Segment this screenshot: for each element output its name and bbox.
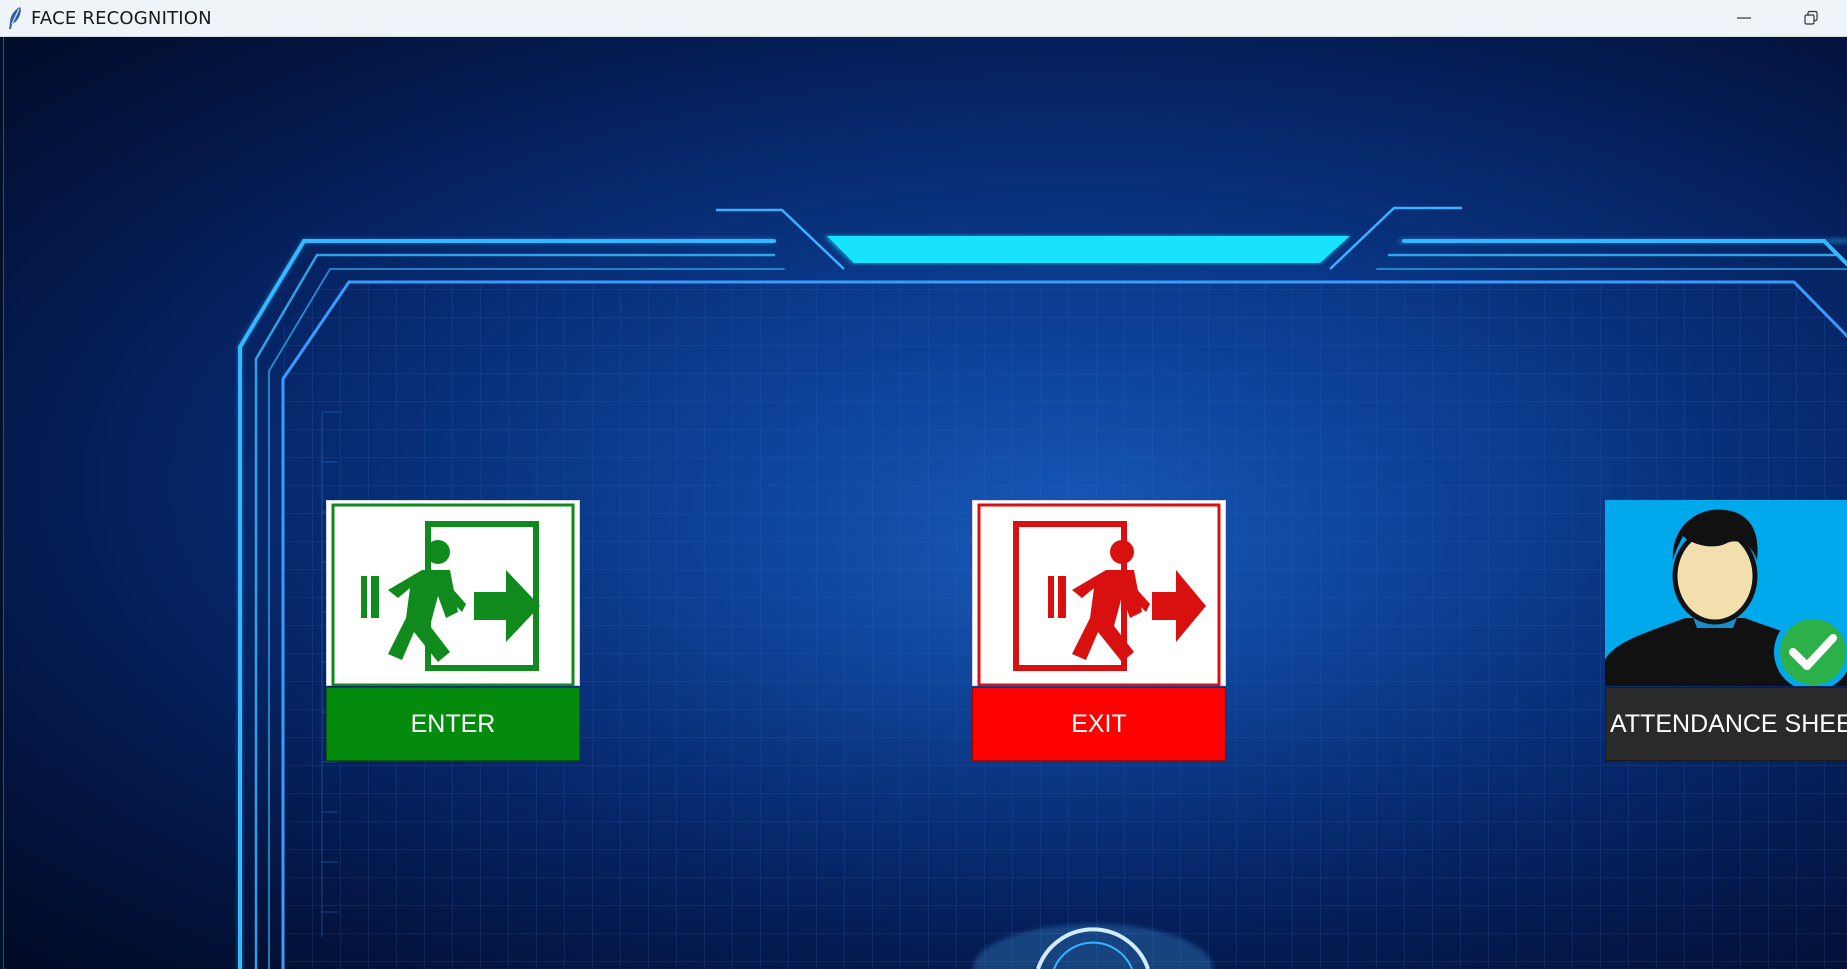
enter-door-icon (326, 500, 580, 686)
exit-door-icon (972, 500, 1226, 686)
attendance-image (1605, 500, 1847, 686)
minimize-button[interactable] (1716, 0, 1772, 36)
enter-image (326, 500, 580, 686)
window-title: FACE RECOGNITION (31, 8, 212, 29)
minimize-icon (1737, 17, 1751, 19)
restore-button[interactable] (1783, 0, 1839, 36)
exit-image (972, 500, 1226, 686)
exit-label: EXIT (972, 687, 1226, 761)
title-bar: FACE RECOGNITION (0, 0, 1847, 37)
enter-label: ENTER (326, 687, 580, 761)
exit-button[interactable]: EXIT (972, 500, 1226, 762)
feather-icon (9, 7, 21, 29)
user-check-icon (1605, 500, 1847, 686)
hud-background (238, 206, 1847, 969)
attendance-sheet-label: ATTENDANCE SHEET (1605, 687, 1847, 761)
restore-icon (1804, 10, 1818, 25)
main-canvas: ENTER EXIT ATTENDANCE SHEET (3, 37, 1847, 969)
attendance-sheet-button[interactable]: ATTENDANCE SHEET (1605, 500, 1847, 762)
enter-button[interactable]: ENTER (326, 500, 580, 762)
